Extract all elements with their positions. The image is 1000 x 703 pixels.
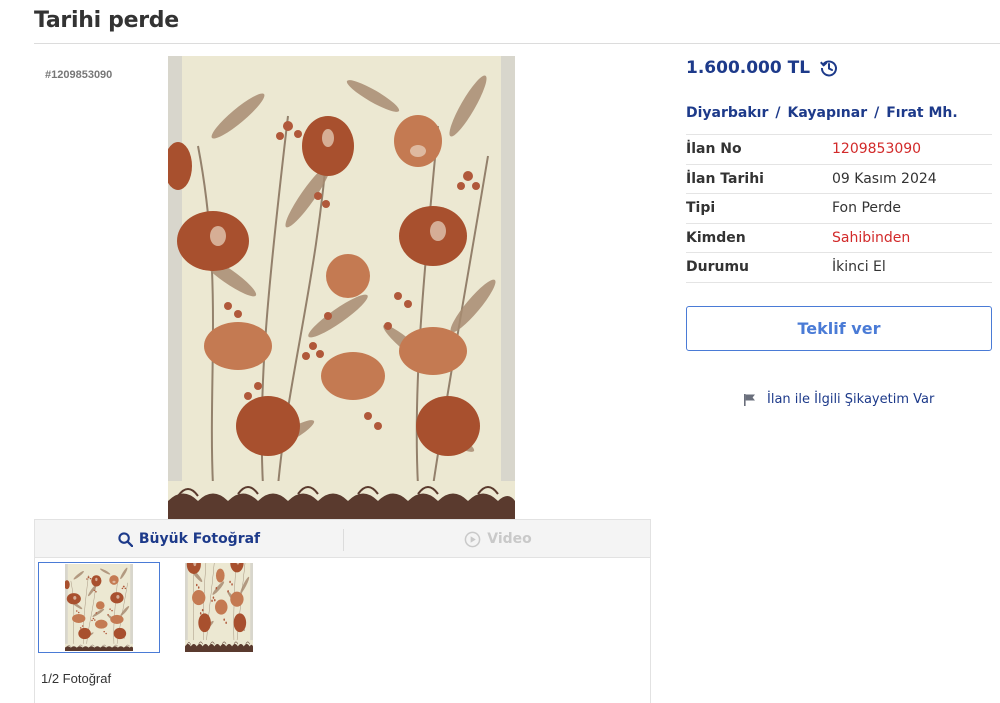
detail-value: 1209853090 [832,141,922,158]
thumbnail-2[interactable] [185,563,253,652]
detail-value: İkinci El [832,259,886,276]
make-offer-button[interactable]: Teklif ver [686,306,992,351]
detail-row-condition: Durumu İkinci El [686,253,992,283]
photo-counter: 1/2 Fotoğraf [41,671,112,686]
thumbnail-panel: 1/2 Fotoğraf [34,557,651,703]
search-icon [118,531,133,547]
detail-row-type: Tipi Fon Perde [686,194,992,224]
price-row: 1.600.000 TL [686,58,839,78]
price-history-icon[interactable] [819,58,839,78]
detail-label: Kimden [686,229,746,246]
video-label: Video [487,531,532,547]
play-circle-icon [464,531,481,547]
photo-toolbar: Büyük Fotoğraf Video [34,519,651,557]
detail-value: Fon Perde [832,200,902,217]
curtain-photo-image [168,56,515,519]
detail-row-listing-date: İlan Tarihi 09 Kasım 2024 [686,165,992,194]
detail-row-listing-no: İlan No 1209853090 [686,135,992,165]
thumbnail-1-image [65,564,133,651]
location-neighborhood[interactable]: Fırat Mh. [886,105,958,121]
thumbnail-1[interactable] [38,562,160,653]
title-divider [34,43,1000,44]
main-photo[interactable] [168,56,515,519]
detail-label: İlan Tarihi [686,170,764,187]
listing-details-table: İlan No 1209853090 İlan Tarihi 09 Kasım … [686,134,992,283]
location-separator: / [874,105,880,121]
detail-label: İlan No [686,141,742,158]
listing-code: #1209853090 [45,69,113,81]
location-city[interactable]: Diyarbakır [686,105,768,121]
location-district[interactable]: Kayapınar [788,105,868,121]
flag-icon [744,394,755,406]
big-photo-button[interactable]: Büyük Fotoğraf [35,520,343,558]
location-breadcrumb: Diyarbakır / Kayapınar / Fırat Mh. [686,105,958,121]
video-button[interactable]: Video [344,520,652,558]
detail-label: Tipi [686,200,716,217]
page-title: Tarihi perde [34,8,179,33]
report-label: İlan ile İlgili Şikayetim Var [767,392,935,407]
report-listing-link[interactable]: İlan ile İlgili Şikayetim Var [743,392,934,407]
location-separator: / [775,105,781,121]
detail-row-seller: Kimden Sahibinden [686,224,992,253]
big-photo-label: Büyük Fotoğraf [138,531,261,547]
price: 1.600.000 TL [686,58,811,78]
detail-label: Durumu [686,259,750,276]
thumbnail-2-image [185,563,253,652]
detail-value: 09 Kasım 2024 [832,170,937,187]
detail-value: Sahibinden [832,229,911,246]
